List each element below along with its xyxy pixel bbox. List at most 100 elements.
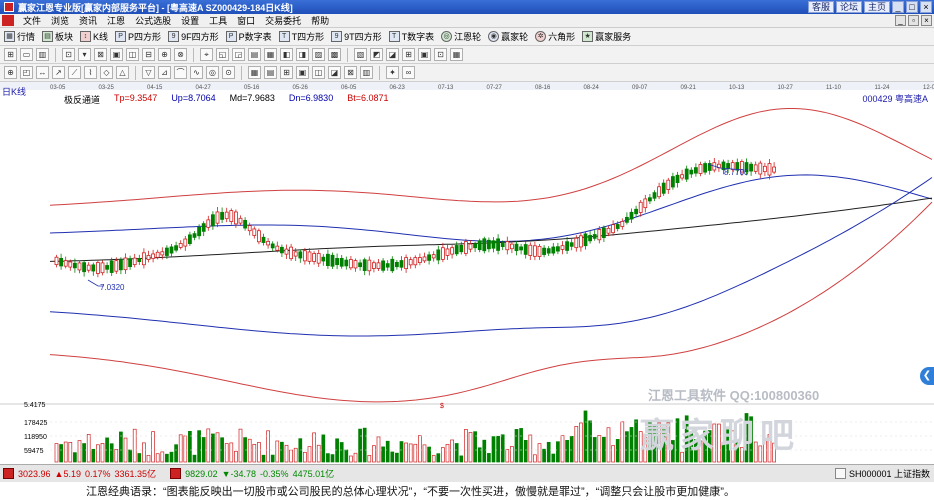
- draw-tool-18-icon[interactable]: ◨: [296, 48, 309, 61]
- mdi-restore-icon[interactable]: ▫: [908, 15, 919, 26]
- service-button[interactable]: 客服: [807, 1, 834, 13]
- analysis-tool-24-icon[interactable]: ∞: [402, 66, 415, 79]
- draw-tool-22-icon[interactable]: ◩: [370, 48, 383, 61]
- analysis-tool-1-icon[interactable]: ⊕: [4, 66, 17, 79]
- analysis-tool-10-icon[interactable]: ⊿: [158, 66, 171, 79]
- draw-tool-10-icon[interactable]: ⊕: [158, 48, 171, 61]
- analysis-tool-8-icon[interactable]: △: [116, 66, 129, 79]
- candle-body: [119, 259, 123, 271]
- draw-tool-24-icon[interactable]: ⊞: [402, 48, 415, 61]
- toolbar-t-table-button[interactable]: T T数字表: [388, 30, 434, 43]
- draw-tool-17-icon[interactable]: ◧: [280, 48, 293, 61]
- draw-tool-11-icon[interactable]: ⊗: [174, 48, 187, 61]
- analysis-tool-15-icon[interactable]: ▦: [248, 66, 261, 79]
- analysis-tool-20-icon[interactable]: ◪: [328, 66, 341, 79]
- toolbar-9t-square-button[interactable]: 9 9T四方形: [331, 30, 382, 43]
- toolbar-9f-square-button[interactable]: 9 9F四方形: [168, 30, 219, 43]
- toolbar-service-button[interactable]: ★ 赢家服务: [582, 30, 631, 43]
- analysis-tool-18-icon[interactable]: ▣: [296, 66, 309, 79]
- draw-tool-14-icon[interactable]: ◲: [232, 48, 245, 61]
- analysis-tool-22-icon[interactable]: ▥: [360, 66, 373, 79]
- draw-tool-16-icon[interactable]: ▦: [264, 48, 277, 61]
- volume-bar: [592, 437, 597, 463]
- draw-tool-23-icon[interactable]: ◪: [386, 48, 399, 61]
- toolbar-kline-button[interactable]: ↕ K线: [80, 30, 108, 43]
- analysis-tool-16-icon[interactable]: ▤: [264, 66, 277, 79]
- date-tick-label: 06-23: [390, 85, 406, 91]
- analysis-tool-12-icon[interactable]: ∿: [190, 66, 203, 79]
- toolbar-t-square-button[interactable]: T T四方形: [278, 30, 324, 43]
- volume-bar: [385, 440, 390, 463]
- menu-formula[interactable]: 公式选股: [130, 14, 176, 27]
- draw-tool-8-icon[interactable]: ◫: [126, 48, 139, 61]
- toolbar-blocks-button[interactable]: ▤ 板块: [42, 30, 73, 43]
- draw-tool-9-icon[interactable]: ⊟: [142, 48, 155, 61]
- analysis-tool-9-icon[interactable]: ▽: [142, 66, 155, 79]
- menu-help[interactable]: 帮助: [306, 14, 334, 27]
- toolbar-gann-wheel-button[interactable]: ◎ 江恩轮: [441, 30, 481, 43]
- menu-window[interactable]: 窗口: [232, 14, 260, 27]
- volume-bar: [169, 451, 174, 463]
- menu-settings[interactable]: 设置: [176, 14, 204, 27]
- draw-tool-2-icon[interactable]: ▭: [20, 48, 33, 61]
- maximize-icon[interactable]: □: [906, 1, 918, 13]
- draw-tool-6-icon[interactable]: ⊠: [94, 48, 107, 61]
- analysis-tool-13-icon[interactable]: ◎: [206, 66, 219, 79]
- analysis-tool-17-icon[interactable]: ⊞: [280, 66, 293, 79]
- volume-bar: [602, 436, 606, 463]
- toolbar-p-square-button[interactable]: P P四方形: [115, 30, 161, 43]
- menu-file[interactable]: 文件: [18, 14, 46, 27]
- draw-tool-4-icon[interactable]: ⊡: [62, 48, 75, 61]
- analysis-tool-7-icon[interactable]: ◇: [100, 66, 113, 79]
- menu-trade[interactable]: 交易委托: [260, 14, 306, 27]
- draw-tool-20-icon[interactable]: ▩: [328, 48, 341, 61]
- close-icon[interactable]: ×: [920, 1, 932, 13]
- menu-browse[interactable]: 浏览: [46, 14, 74, 27]
- candle-body: [178, 243, 183, 248]
- draw-tool-5-icon[interactable]: ▾: [78, 48, 91, 61]
- kline-chart[interactable]: 03-05 03-25 04-15 04-27 05-16 05-26 06-05 06-23…: [0, 82, 934, 464]
- candle-body: [73, 262, 77, 269]
- chevron-left-icon[interactable]: ❮: [920, 367, 934, 385]
- analysis-tool-11-icon[interactable]: ⌒: [174, 66, 187, 79]
- toolbar-p-table-button[interactable]: P P数字表: [225, 30, 272, 43]
- toolbar-winner-wheel-button[interactable]: ◉ 赢家轮: [488, 30, 528, 43]
- toolbar-hexagon-button[interactable]: ✲ 六角形: [535, 30, 575, 43]
- home-button[interactable]: 主页: [863, 1, 890, 13]
- draw-tool-12-icon[interactable]: ⌖: [200, 48, 213, 61]
- draw-tool-1-icon[interactable]: ⊞: [4, 48, 17, 61]
- volume-bar: [326, 453, 330, 463]
- analysis-tool-6-icon[interactable]: ⌇: [84, 66, 97, 79]
- analysis-tool-19-icon[interactable]: ◫: [312, 66, 325, 79]
- analysis-tool-3-icon[interactable]: ↔: [36, 66, 49, 79]
- menu-gann[interactable]: 江恩: [102, 14, 130, 27]
- volume-axis-label: 118950: [24, 434, 47, 441]
- analysis-tool-21-icon[interactable]: ⊠: [344, 66, 357, 79]
- analysis-tool-4-icon[interactable]: ↗: [52, 66, 65, 79]
- draw-tool-21-icon[interactable]: ▧: [354, 48, 367, 61]
- toolbar-quotes-button[interactable]: ▦ 行情: [4, 30, 35, 43]
- draw-tool-15-icon[interactable]: ▤: [248, 48, 261, 61]
- network-icon[interactable]: [834, 468, 846, 479]
- minimize-icon[interactable]: _: [892, 1, 904, 13]
- draw-tool-3-icon[interactable]: ▥: [36, 48, 49, 61]
- mdi-minimize-icon[interactable]: _: [895, 15, 906, 26]
- candle-body: [358, 262, 363, 268]
- candle-body: [261, 236, 266, 243]
- draw-tool-25-icon[interactable]: ▣: [418, 48, 431, 61]
- volume-bar: [395, 452, 399, 463]
- analysis-tool-23-icon[interactable]: ✦: [386, 66, 399, 79]
- analysis-tool-2-icon[interactable]: ◰: [20, 66, 33, 79]
- draw-tool-7-icon[interactable]: ▣: [110, 48, 123, 61]
- menu-news[interactable]: 资讯: [74, 14, 102, 27]
- menu-tools[interactable]: 工具: [204, 14, 232, 27]
- draw-tool-26-icon[interactable]: ⊡: [434, 48, 447, 61]
- analysis-tool-5-icon[interactable]: ⟋: [68, 66, 81, 79]
- forum-button[interactable]: 论坛: [835, 1, 862, 13]
- draw-tool-13-icon[interactable]: ◱: [216, 48, 229, 61]
- period-label: 日K线: [2, 87, 27, 97]
- mdi-close-icon[interactable]: ×: [921, 15, 932, 26]
- draw-tool-19-icon[interactable]: ▨: [312, 48, 325, 61]
- draw-tool-27-icon[interactable]: ▦: [450, 48, 463, 61]
- analysis-tool-14-icon[interactable]: ⊙: [222, 66, 235, 79]
